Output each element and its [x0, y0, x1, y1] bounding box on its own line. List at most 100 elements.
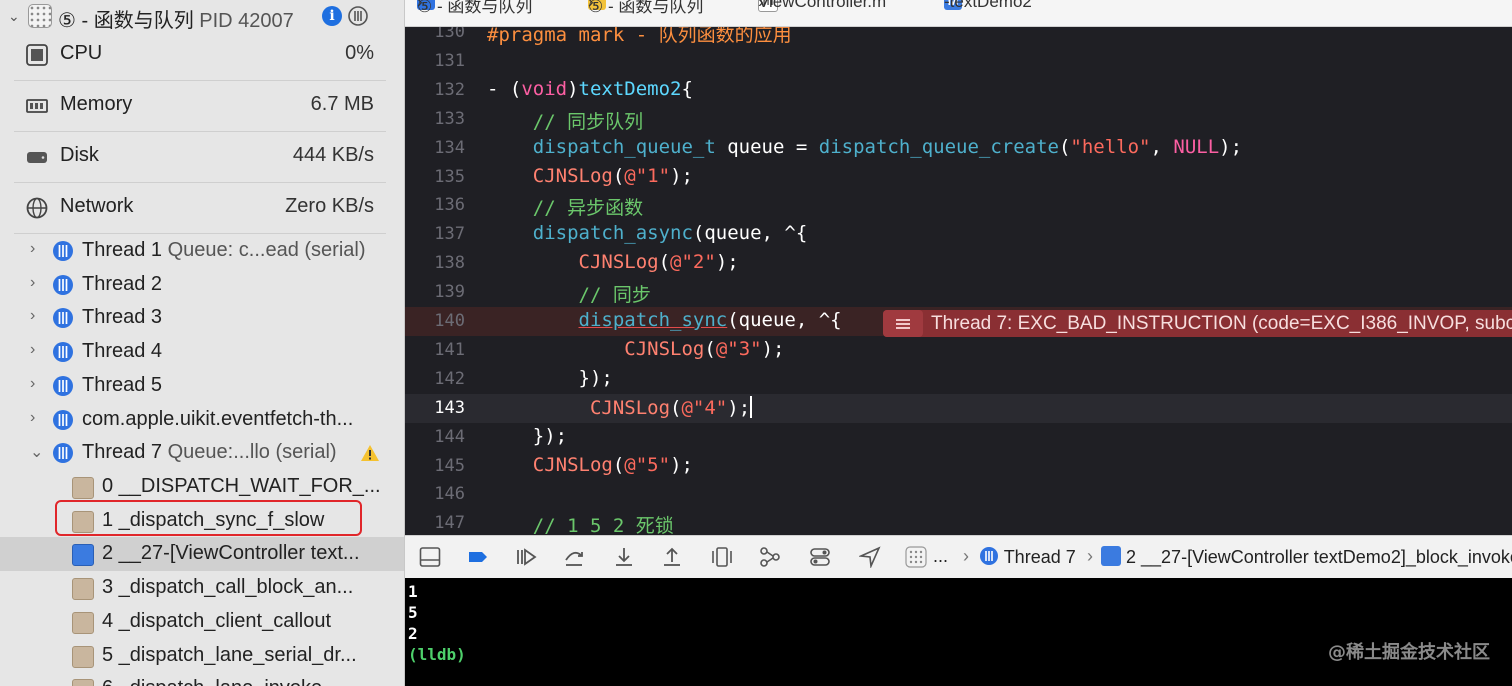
line-number[interactable]: 145	[405, 456, 465, 476]
code-text[interactable]: });	[487, 367, 613, 389]
chevron-right-icon[interactable]: ›	[30, 274, 35, 292]
code-line[interactable]: 145 CJNSLog(@"5");	[405, 452, 1512, 481]
code-text[interactable]: // 同步队列	[487, 107, 643, 134]
thread-row[interactable]: ⌄ Thread 7 Queue:...llo (serial)	[0, 436, 404, 470]
code-text[interactable]: });	[487, 425, 567, 447]
step-into-icon[interactable]	[613, 546, 635, 568]
code-line[interactable]: 131	[405, 47, 1512, 76]
simulate-location-icon[interactable]	[859, 546, 881, 568]
lldb-prompt[interactable]: (lldb)	[408, 645, 466, 664]
thread-row[interactable]: › Thread 1 Queue: c...ead (serial)	[0, 234, 404, 268]
line-number[interactable]: 135	[405, 167, 465, 187]
line-number[interactable]: 130	[405, 27, 465, 42]
info-icon[interactable]: i	[322, 6, 342, 26]
code-line[interactable]: 142 });	[405, 365, 1512, 394]
code-line[interactable]: 143 CJNSLog(@"4");	[405, 393, 1512, 423]
hide-debug-area-icon[interactable]	[419, 546, 441, 568]
code-line[interactable]: 135 CJNSLog(@"1");	[405, 163, 1512, 192]
stack-frame-row[interactable]: 4 _dispatch_client_callout	[0, 605, 404, 639]
stack-frame-row[interactable]: 0 __DISPATCH_WAIT_FOR_...	[0, 470, 404, 504]
line-number[interactable]: 142	[405, 369, 465, 389]
stack-frame-row[interactable]: 2 __27-[ViewController text...	[0, 537, 404, 572]
chevron-right-icon[interactable]: ›	[30, 341, 35, 359]
code-line[interactable]: 133 // 同步队列	[405, 105, 1512, 134]
thread-row[interactable]: › Thread 4	[0, 335, 404, 369]
thread-row[interactable]: › com.apple.uikit.eventfetch-th...	[0, 403, 404, 437]
error-menu-icon[interactable]	[883, 310, 923, 337]
chevron-right-icon[interactable]: ›	[30, 375, 35, 393]
code-text[interactable]: CJNSLog(@"1");	[487, 165, 693, 187]
line-number[interactable]: 146	[405, 484, 465, 504]
code-line[interactable]: 139 // 同步	[405, 278, 1512, 307]
breakpoint-toggle-icon[interactable]	[467, 546, 489, 568]
stack-frame-row[interactable]: 5 _dispatch_lane_serial_dr...	[0, 639, 404, 673]
thread-row[interactable]: › Thread 5	[0, 369, 404, 403]
memory-graph-icon[interactable]	[759, 546, 781, 568]
chevron-right-icon[interactable]: ›	[30, 409, 35, 427]
code-text[interactable]: CJNSLog(@"3");	[487, 338, 784, 360]
line-number[interactable]: 132	[405, 80, 465, 100]
source-editor[interactable]: 130 #pragma mark - 队列函数的应用 131 132 - (void)t…	[405, 27, 1512, 535]
code-text[interactable]: CJNSLog(@"4");	[487, 395, 753, 419]
code-text[interactable]: // 异步函数	[487, 193, 643, 220]
chevron-right-icon[interactable]: ›	[30, 240, 35, 258]
code-line[interactable]: 132 - (void)textDemo2{	[405, 76, 1512, 105]
code-text[interactable]: CJNSLog(@"5");	[487, 454, 693, 476]
stack-frame-row[interactable]: 3 _dispatch_call_block_an...	[0, 571, 404, 605]
code-text[interactable]: dispatch_queue_t queue = dispatch_queue_…	[487, 136, 1242, 158]
code-line[interactable]: 147 // 1 5 2 死锁	[405, 509, 1512, 535]
crumb-frame[interactable]: 2 __27-[ViewController textDemo2]_block_…	[1101, 546, 1512, 568]
stack-frame-row[interactable]: 6 _dispatch_lane_invoke	[0, 672, 404, 686]
code-text[interactable]: // 同步	[487, 280, 651, 307]
code-text[interactable]: #pragma mark - 队列函数的应用	[487, 27, 792, 47]
line-number[interactable]: 133	[405, 109, 465, 129]
code-text[interactable]: CJNSLog(@"2");	[487, 251, 739, 273]
line-number[interactable]: 144	[405, 427, 465, 447]
debug-console[interactable]: 1 5 2 (lldb) @稀土掘金技术社区	[405, 578, 1512, 686]
code-line[interactable]: 130 #pragma mark - 队列函数的应用	[405, 27, 1512, 47]
code-line[interactable]: 141 CJNSLog(@"3");	[405, 336, 1512, 365]
thread-icon[interactable]	[348, 6, 368, 26]
environment-overrides-icon[interactable]	[809, 546, 831, 568]
thread-row[interactable]: › Thread 2	[0, 268, 404, 302]
line-number[interactable]: 134	[405, 138, 465, 158]
step-out-icon[interactable]	[661, 546, 683, 568]
code-text[interactable]: dispatch_sync(queue, ^{	[487, 309, 842, 331]
error-banner[interactable]: Thread 7: EXC_BAD_INSTRUCTION (code=EXC_…	[883, 310, 1512, 337]
line-number[interactable]: 131	[405, 51, 465, 71]
code-line[interactable]: 138 CJNSLog(@"2");	[405, 249, 1512, 278]
crumb-thread[interactable]: Thread 7	[979, 546, 1076, 568]
code-line[interactable]: 144 });	[405, 423, 1512, 452]
line-number[interactable]: 139	[405, 282, 465, 302]
warning-icon[interactable]	[360, 444, 380, 462]
code-line[interactable]: 134 dispatch_queue_t queue = dispatch_qu…	[405, 134, 1512, 163]
code-line[interactable]: 146	[405, 480, 1512, 509]
code-line[interactable]: 136 // 异步函数	[405, 191, 1512, 220]
system-frame-icon	[72, 645, 94, 668]
chevron-right-icon[interactable]: ›	[30, 307, 35, 325]
line-number[interactable]: 138	[405, 253, 465, 273]
step-over-icon[interactable]	[563, 546, 585, 568]
gauge-cpu[interactable]: CPU 0%	[14, 30, 386, 81]
chevron-down-icon[interactable]: ⌄	[30, 442, 43, 462]
code-text[interactable]: dispatch_async(queue, ^{	[487, 222, 808, 244]
gauge-memory[interactable]: Memory 6.7 MB	[14, 81, 386, 132]
code-text[interactable]: - (void)textDemo2{	[487, 78, 693, 100]
process-row[interactable]: ⌄ ⑤ - 函数与队列 PID 42007 i	[0, 0, 404, 34]
code-line[interactable]: 137 dispatch_async(queue, ^{	[405, 220, 1512, 249]
chevron-down-icon[interactable]: ⌄	[8, 8, 20, 25]
line-number[interactable]: 137	[405, 224, 465, 244]
crumb-ellipsis[interactable]: ...	[933, 546, 948, 567]
line-number[interactable]: 141	[405, 340, 465, 360]
line-number[interactable]: 143	[405, 398, 465, 418]
view-hierarchy-icon[interactable]	[711, 546, 733, 568]
line-number[interactable]: 136	[405, 195, 465, 215]
line-number[interactable]: 147	[405, 513, 465, 533]
gauge-disk[interactable]: Disk 444 KB/s	[14, 132, 386, 183]
line-number[interactable]: 140	[405, 311, 465, 331]
code-text[interactable]: // 1 5 2 死锁	[487, 511, 674, 535]
continue-icon[interactable]	[515, 546, 537, 568]
gauge-label: Disk	[60, 144, 99, 166]
gauge-network[interactable]: Network Zero KB/s	[14, 183, 386, 234]
thread-row[interactable]: › Thread 3	[0, 301, 404, 335]
